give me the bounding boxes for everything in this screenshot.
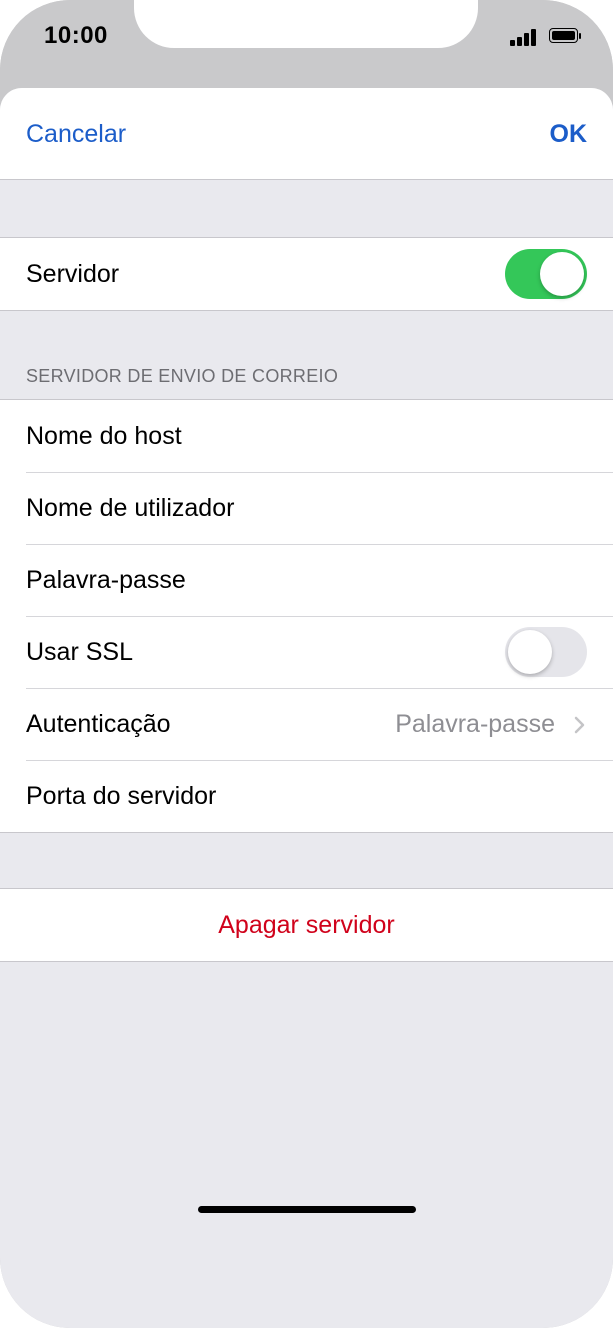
authentication-label: Autenticação [26, 710, 171, 738]
password-row[interactable]: Palavra-passe [0, 544, 613, 616]
username-row[interactable]: Nome de utilizador [0, 472, 613, 544]
password-label: Palavra-passe [26, 566, 186, 594]
cancel-button[interactable]: Cancelar [26, 120, 126, 149]
toggle-knob [508, 630, 552, 674]
delete-server-group: Apagar servidor [0, 888, 613, 962]
delete-server-label: Apagar servidor [218, 911, 395, 939]
server-label: Servidor [26, 260, 120, 288]
toggle-knob [540, 252, 584, 296]
server-port-row[interactable]: Porta do servidor [0, 760, 613, 832]
status-bar: 10:00 [0, 0, 613, 88]
outgoing-server-section-header: SERVIDOR DE ENVIO DE CORREIO [26, 366, 339, 386]
signal-icon [510, 28, 540, 46]
username-label: Nome de utilizador [26, 494, 235, 522]
use-ssl-row: Usar SSL [0, 616, 613, 688]
authentication-value: Palavra-passe [395, 710, 555, 738]
use-ssl-toggle[interactable] [505, 627, 587, 677]
phone-screen: 10:00 Cancelar OK Servidor SERVIDOR DE E… [0, 0, 613, 1328]
use-ssl-label: Usar SSL [26, 638, 133, 666]
notch [134, 0, 478, 48]
server-toggle-group: Servidor [0, 237, 613, 311]
outgoing-server-group: Nome do host Nome de utilizador Palavra-… [0, 399, 613, 833]
status-time: 10:00 [44, 22, 108, 49]
hostname-row[interactable]: Nome do host [0, 400, 613, 472]
server-row: Servidor [0, 238, 613, 310]
ok-button[interactable]: OK [550, 120, 588, 149]
hostname-label: Nome do host [26, 422, 182, 450]
server-port-label: Porta do servidor [26, 782, 217, 810]
navigation-bar: Cancelar OK [0, 88, 613, 180]
delete-server-button[interactable]: Apagar servidor [0, 889, 613, 961]
authentication-row[interactable]: Autenticação Palavra-passe [0, 688, 613, 760]
battery-icon [549, 28, 582, 45]
server-toggle[interactable] [505, 249, 587, 299]
server-settings-sheet: Cancelar OK Servidor SERVIDOR DE ENVIO D… [0, 88, 613, 1328]
chevron-right-icon [574, 716, 585, 734]
home-indicator[interactable] [198, 1206, 416, 1213]
